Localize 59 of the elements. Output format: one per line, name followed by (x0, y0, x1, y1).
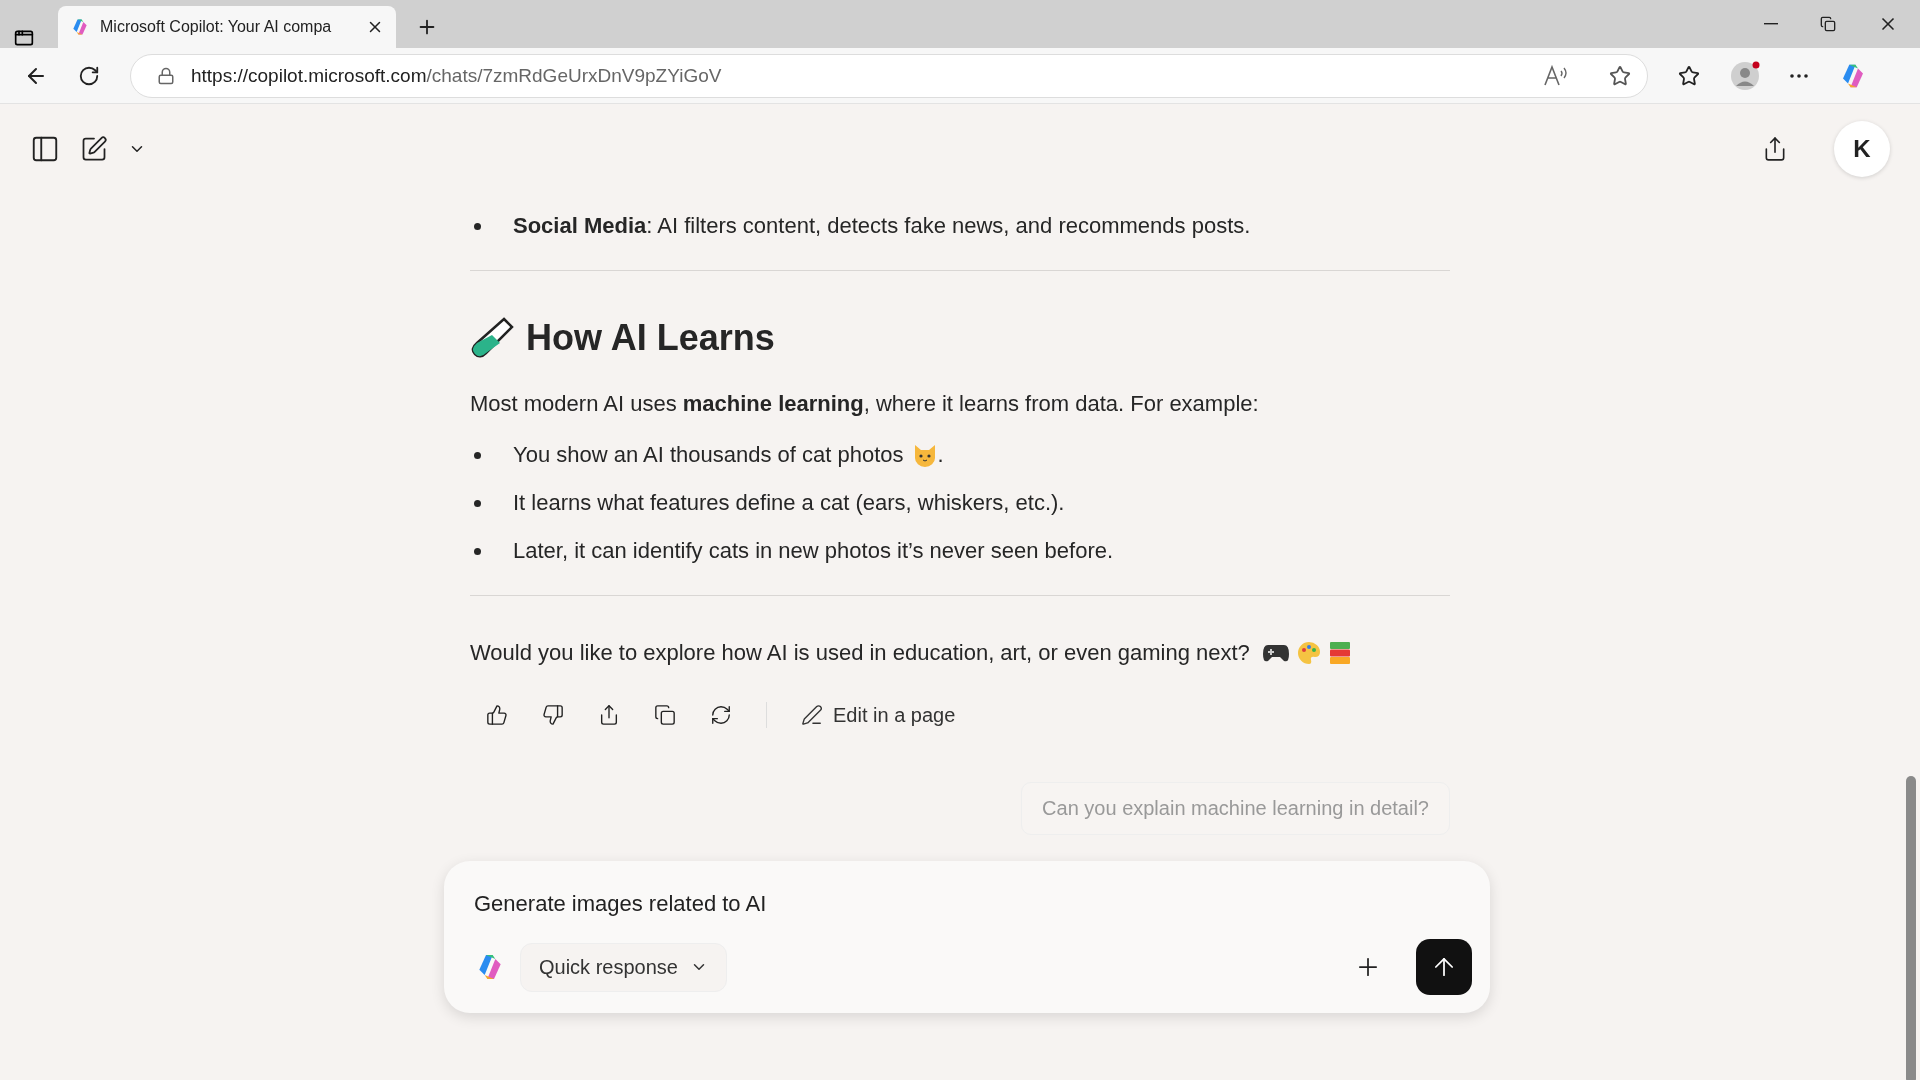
scrollbar-thumb[interactable] (1906, 776, 1916, 1080)
restore-button[interactable] (1820, 16, 1836, 32)
bullet (474, 547, 481, 555)
new-chat-button[interactable] (80, 135, 108, 163)
bullet-text: It learns what features define a cat (ears, whiskers, etc.). (513, 490, 1065, 516)
favorites-button[interactable] (1678, 64, 1700, 87)
restore-icon (1820, 16, 1836, 32)
thumbs-down-icon (542, 704, 564, 726)
address-bar[interactable]: https://copilot.microsoft.com/chats/7zmRdGeUrxDnV9pZYiGoV (130, 53, 1648, 98)
copy-icon (654, 704, 676, 726)
share-button[interactable] (598, 704, 620, 726)
share-icon (598, 704, 620, 726)
copilot-logo-icon (70, 17, 90, 37)
bullet (474, 499, 481, 507)
paragraph: Most modern AI uses machine learning, where it learns from data. For example: (470, 391, 1260, 417)
sidebar-toggle-button[interactable] (30, 134, 60, 164)
minimize-icon (1764, 23, 1778, 25)
dislike-button[interactable] (542, 704, 564, 726)
punctuation-text: . (937, 442, 944, 468)
pen-icon (801, 704, 823, 726)
reload-icon (78, 64, 100, 87)
bullet-text: Later, it can identify cats in new photos it’s never seen before. (513, 538, 1114, 564)
palette-icon (1295, 640, 1322, 666)
lock-icon (157, 66, 175, 85)
favorite-button[interactable] (1609, 64, 1631, 87)
bullet (474, 222, 481, 230)
minimize-button[interactable] (1764, 23, 1778, 25)
gamepad-icon (1261, 642, 1290, 664)
tab-title: Microsoft Copilot: Your AI compa (100, 18, 333, 36)
message-input[interactable]: Generate images related to AI (474, 891, 1472, 917)
follow-up-question: Would you like to explore how AI is used in education, art, or even gaming next? (470, 640, 1250, 666)
copy-button[interactable] (654, 704, 676, 726)
sidebar-icon (30, 134, 60, 164)
profile-button[interactable] (1730, 60, 1760, 91)
read-aloud-icon (1543, 64, 1569, 87)
browser-tab[interactable]: Microsoft Copilot: Your AI compa (58, 6, 396, 48)
bullet-text: You show an AI thousands of cat photos (513, 442, 904, 468)
tab-actions-icon[interactable] (14, 28, 34, 48)
new-chat-icon (80, 135, 108, 163)
thumbs-up-icon (486, 704, 508, 726)
more-icon (1790, 73, 1808, 78)
reload-button[interactable] (78, 64, 100, 87)
bullet (474, 451, 481, 459)
profile-icon (1730, 60, 1760, 91)
books-icon (1327, 640, 1352, 666)
regenerate-button[interactable] (710, 704, 732, 726)
refresh-icon (710, 704, 732, 726)
read-aloud-button[interactable] (1543, 64, 1569, 87)
star-icon (1678, 64, 1700, 87)
edit-in-page-button[interactable]: Edit in a page (801, 703, 956, 727)
send-button[interactable] (1416, 939, 1472, 995)
mode-dropdown[interactable]: Quick response (520, 942, 727, 992)
star-icon (1609, 64, 1631, 87)
url-text: https://copilot.microsoft.com/chats/7zmRdGeUrxDnV9pZYiGoV (191, 64, 723, 87)
like-button[interactable] (486, 704, 508, 726)
user-avatar[interactable]: K (1834, 121, 1890, 177)
bullet-text: Social Media: AI filters content, detects fake news, and recommends posts. (513, 213, 1251, 239)
section-heading: How AI Learns (526, 317, 775, 359)
more-button[interactable] (1790, 73, 1808, 78)
